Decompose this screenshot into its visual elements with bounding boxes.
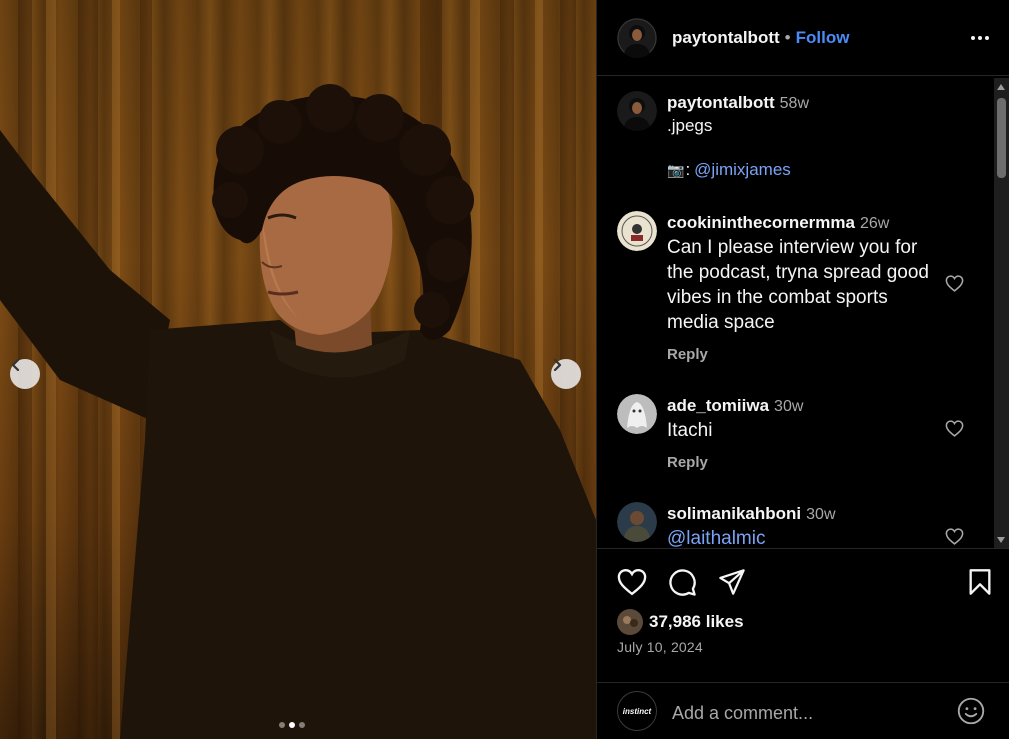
author-avatar[interactable] <box>617 18 657 58</box>
reply-button[interactable]: Reply <box>667 346 708 363</box>
post-date[interactable]: July 10, 2024 <box>617 639 703 655</box>
comment-avatar-image <box>617 502 657 542</box>
post-header: paytontalbott • Follow <box>597 0 1009 76</box>
comment-text-line: vibes in the combat sports <box>667 287 888 308</box>
comment-item: ade_tomiiwa 30w Itachi Reply <box>597 388 997 471</box>
comment-time[interactable]: 26w <box>860 215 889 232</box>
comment-text-line: Can I please interview you for <box>667 237 918 258</box>
current-user-avatar-text: instinct <box>622 706 652 716</box>
heart-outline-icon <box>945 420 964 437</box>
emoji-button[interactable] <box>957 697 985 730</box>
comment-like-button[interactable] <box>945 420 964 442</box>
comment-bubble-icon <box>669 569 696 596</box>
carousel-next-button[interactable] <box>551 359 581 389</box>
header-separator: • <box>784 28 791 47</box>
comment-avatar-image <box>617 211 657 251</box>
more-options-button[interactable] <box>970 30 990 51</box>
comment-like-button[interactable] <box>945 275 964 297</box>
caption-credit: 📷: @jimixjames <box>667 160 791 180</box>
scroll-up-arrow[interactable] <box>997 84 1005 90</box>
bookmark-icon <box>969 569 991 595</box>
reply-button[interactable]: Reply <box>667 454 708 471</box>
follow-button[interactable]: Follow <box>796 28 850 47</box>
comment-time[interactable]: 30w <box>774 398 803 415</box>
carousel-dot <box>279 722 285 728</box>
current-user-avatar[interactable]: instinct <box>617 691 657 731</box>
likes-row[interactable]: 37,986 likes <box>617 609 744 635</box>
author-username[interactable]: paytontalbott <box>672 28 780 47</box>
scroll-down-arrow[interactable] <box>997 537 1005 543</box>
caption-avatar-image <box>617 91 657 131</box>
caption-mention[interactable]: @jimixjames <box>694 160 791 179</box>
comment-text-line: the podcast, tryna spread good <box>667 262 929 283</box>
comment-header: ade_tomiiwa 30w <box>667 396 803 416</box>
comment-text: Itachi <box>667 420 713 441</box>
comment-username[interactable]: ade_tomiiwa <box>667 396 769 415</box>
comment-username[interactable]: solimanikahboni <box>667 504 801 523</box>
heart-outline-icon <box>945 528 964 545</box>
comments-list[interactable]: paytontalbott 58w .jpegs 📷: @jimixjames co… <box>597 77 1009 548</box>
carousel-dot <box>299 722 305 728</box>
comment-button[interactable] <box>668 568 697 602</box>
comment-avatar[interactable] <box>617 394 657 434</box>
chevron-right-icon <box>553 359 562 371</box>
comment-time[interactable]: 30w <box>806 506 835 523</box>
caption-header: paytontalbott 58w <box>667 93 809 113</box>
comment-avatar[interactable] <box>617 211 657 251</box>
caption-username[interactable]: paytontalbott <box>667 93 775 112</box>
comment-text: Can I please interview you for the podca… <box>667 235 929 335</box>
header-user-line: paytontalbott • Follow <box>672 28 849 48</box>
comment-avatar[interactable] <box>617 502 657 542</box>
post-side-panel: paytontalbott • Follow paytontalbott 58w .j… <box>596 0 1009 739</box>
camera-icon: 📷 <box>667 162 685 178</box>
scroll-thumb[interactable] <box>997 98 1006 178</box>
comment-header: cookininthecornermma 26w <box>667 213 889 233</box>
caption-colon: : <box>685 160 691 179</box>
post-photo-illustration <box>0 0 596 739</box>
likes-count[interactable]: 37,986 likes <box>649 612 744 632</box>
carousel-dot-active <box>289 722 295 728</box>
comment-username[interactable]: cookininthecornermma <box>667 213 855 232</box>
comment-text-line: media space <box>667 312 775 333</box>
caption: paytontalbott 58w .jpegs 📷: @jimixjames <box>597 77 997 187</box>
save-button[interactable] <box>968 568 992 601</box>
comment-avatar-image <box>617 394 657 434</box>
emoji-icon <box>957 697 985 725</box>
more-horizontal-icon <box>971 36 989 40</box>
post-actions: 37,986 likes July 10, 2024 <box>597 548 1009 668</box>
send-icon <box>719 569 745 595</box>
post-photo <box>0 0 596 739</box>
liker-avatar <box>617 609 643 635</box>
comment-header: solimanikahboni 30w <box>667 504 836 524</box>
share-button[interactable] <box>718 568 746 601</box>
like-button[interactable] <box>617 568 647 601</box>
carousel-prev-button[interactable] <box>10 359 40 389</box>
caption-avatar[interactable] <box>617 91 657 131</box>
comment-input[interactable] <box>672 700 942 726</box>
heart-icon <box>617 568 647 596</box>
add-comment-bar: instinct <box>597 682 1009 739</box>
comments-scrollbar[interactable] <box>994 78 1009 548</box>
comment-mention[interactable]: @laithalmic <box>667 526 765 548</box>
comment-item: cookininthecornermma 26w Can I please int… <box>597 205 997 370</box>
caption-text: .jpegs <box>667 116 713 135</box>
comment-item: solimanikahboni 30w @laithalmic <box>597 496 997 548</box>
caption-time[interactable]: 58w <box>780 95 809 112</box>
carousel-indicator <box>279 722 305 728</box>
comment-like-button[interactable] <box>945 528 964 548</box>
author-avatar-image <box>617 18 657 58</box>
chevron-left-icon <box>11 359 20 371</box>
heart-outline-icon <box>945 275 964 292</box>
